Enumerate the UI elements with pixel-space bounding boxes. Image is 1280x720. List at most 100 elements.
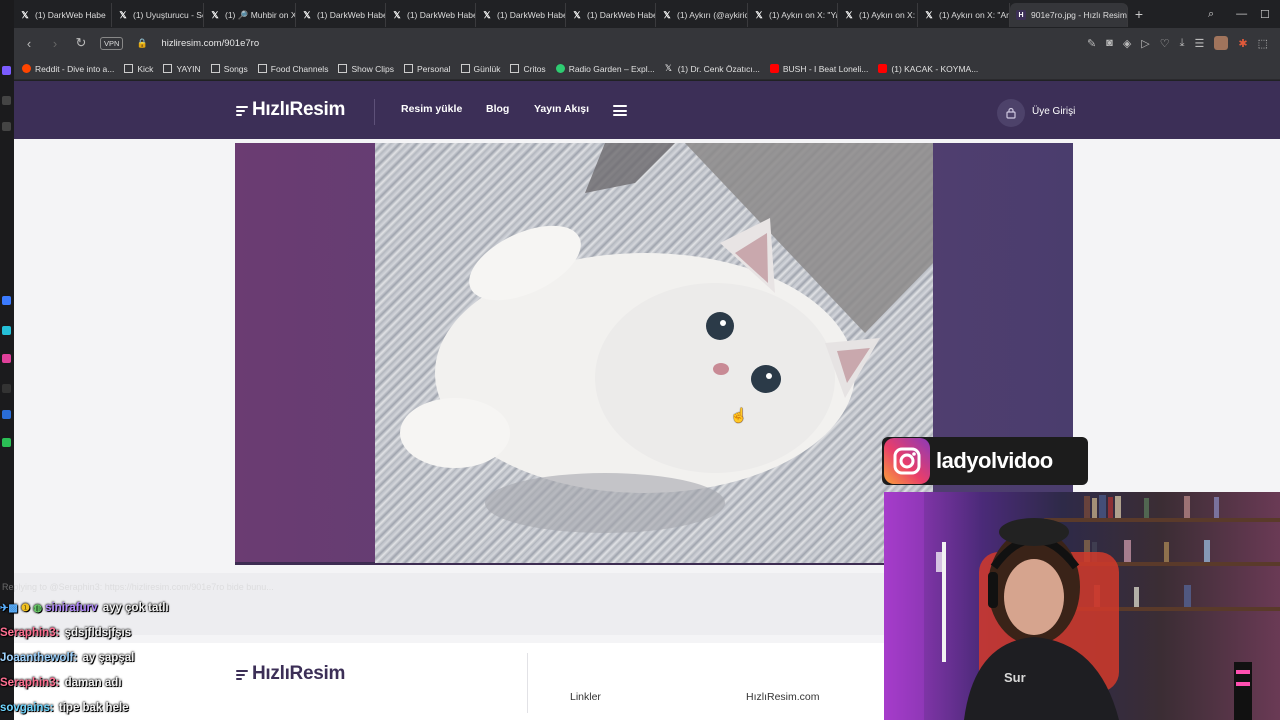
x-logo-icon: 𝕏	[755, 9, 763, 20]
footer-site-heading: HızlıResim.com	[746, 691, 820, 703]
download-icon[interactable]: ⤓	[1180, 37, 1185, 50]
bookmark-folder[interactable]: Critos	[510, 64, 546, 74]
reload-icon[interactable]: ↻	[74, 35, 88, 51]
browser-tab[interactable]: 𝕏 (1) DarkWeb Habe	[386, 3, 476, 27]
tab-title: (1) Uyuşturucu - Se	[133, 10, 204, 20]
lock-icon[interactable]: 🔒	[135, 38, 149, 49]
folder-icon	[257, 64, 267, 73]
bookmark-label: Kick	[137, 63, 154, 74]
bookmark-folder[interactable]: YAYIN	[163, 64, 201, 74]
bookmark-label: Songs	[223, 63, 248, 74]
login-link[interactable]: Üye Girişi	[1032, 106, 1075, 117]
extension-icon[interactable]: ✱	[1238, 37, 1247, 50]
chat-reply-hint: Replying to @Seraphin3: https://hizlires…	[2, 582, 274, 592]
browser-tab[interactable]: 𝕏 (1) DarkWeb Habe	[476, 3, 566, 27]
chat-username: sinirafurv	[45, 602, 98, 614]
nav-feed-link[interactable]: Yayın Akışı	[534, 103, 589, 115]
window-controls: ⌕ —	[1208, 0, 1247, 28]
bookmark-item[interactable]: (1) KACAK - KOYMA...	[878, 64, 978, 74]
screen: 𝕏 (1) DarkWeb Habe 𝕏 (1) Uyuşturucu - Se…	[0, 0, 1280, 720]
tab-title: (1) DarkWeb Habe	[35, 10, 106, 20]
bookmark-folder[interactable]: Personal	[403, 64, 451, 74]
browser-tab[interactable]: 𝕏 (1) 🔎 Muhbir on X	[204, 3, 296, 27]
uploaded-image[interactable]	[375, 143, 933, 563]
tab-title: (1) 🔎 Muhbir on X	[225, 9, 296, 20]
browser-tab[interactable]: 𝕏 (1) Aykırı on X: "Ya	[748, 3, 838, 27]
bookmark-folder[interactable]: Show Clips	[338, 64, 394, 74]
hamburger-menu-icon[interactable]	[613, 105, 627, 116]
sidebar-app-icon[interactable]	[2, 438, 11, 447]
back-icon[interactable]: ‹	[22, 36, 36, 51]
edit-icon[interactable]: ✎	[1087, 37, 1096, 50]
play-icon[interactable]: ▷	[1141, 37, 1149, 50]
browser-tab[interactable]: 𝕏 (1) DarkWeb Habe	[14, 3, 112, 27]
chat-badge-icon: ✈▩	[0, 603, 18, 614]
tab-title: (1) Aykırı on X: "Ya	[769, 10, 838, 20]
menu-icon[interactable]: ☰	[1195, 37, 1205, 50]
browser-tab[interactable]: 𝕏 (1) Uyuşturucu - Se	[112, 3, 204, 27]
forward-icon[interactable]: ›	[48, 36, 62, 51]
browser-tab-active[interactable]: H 901e7ro.jpg - Hızlı Resim ×	[1010, 3, 1128, 27]
youtube-icon	[769, 64, 779, 73]
bookmark-folder[interactable]: Food Channels	[257, 64, 328, 74]
lock-icon[interactable]	[997, 99, 1025, 127]
bookmark-folder[interactable]: Günlük	[460, 64, 500, 74]
nav-upload-link[interactable]: Resim yükle	[401, 103, 462, 115]
chat-text: tipe bak hele	[58, 702, 129, 714]
webcam-feed: Sur	[884, 492, 1280, 720]
folder-icon	[163, 64, 173, 73]
chat-text: ayy çok tatlı	[102, 602, 169, 614]
window-controls-right: ☐	[1260, 0, 1270, 28]
tab-title: (1) DarkWeb Habe	[497, 10, 566, 20]
site-header: HızlıResim Resim yükle Blog Yayın Akışı …	[14, 81, 1280, 139]
browser-tab[interactable]: 𝕏 (1) Aykırı on X: "M	[838, 3, 918, 27]
bookmark-item[interactable]: BUSH - I Beat Loneli...	[769, 64, 868, 74]
chat-message: sovgains: tipe bak hele	[0, 702, 129, 714]
bookmark-folder[interactable]: Kick	[124, 64, 153, 74]
new-tab-icon[interactable]: +	[1128, 6, 1150, 22]
extensions-puzzle-icon[interactable]: ⬚	[1258, 37, 1268, 50]
bookmark-item[interactable]: Reddit - Dive into a...	[22, 64, 114, 74]
sidebar-app-icon[interactable]	[2, 66, 11, 75]
shield-icon[interactable]: ◈	[1123, 37, 1131, 50]
x-logo-icon: 𝕏	[393, 9, 401, 20]
footer-divider	[527, 653, 528, 713]
sidebar-app-icon[interactable]	[2, 326, 11, 335]
site-logo[interactable]: HızlıResim	[236, 99, 345, 121]
bookmark-label: Radio Garden – Expl...	[568, 63, 655, 74]
search-tabs-icon[interactable]: ⌕	[1208, 8, 1214, 21]
maximize-icon[interactable]: ☐	[1260, 8, 1270, 21]
chat-message: Joaanthewolf: ay şapşal	[0, 652, 134, 664]
bookmark-item[interactable]: 𝕏 (1) Dr. Cenk Özatıcı...	[665, 64, 760, 74]
browser-tab[interactable]: 𝕏 (1) DarkWeb Habe	[566, 3, 656, 27]
sidebar-app-icon[interactable]	[2, 96, 11, 105]
sidebar-app-icon[interactable]	[2, 410, 11, 419]
chat-message: ✈▩ ❶ ◍ sinirafurv ayy çok tatlı	[0, 602, 169, 614]
bookmark-folder[interactable]: Songs	[210, 63, 248, 74]
reddit-icon	[22, 64, 31, 73]
minimize-icon[interactable]: —	[1236, 8, 1247, 20]
browser-tab[interactable]: 𝕏 (1) Aykırı on X: "Ar	[918, 3, 1010, 27]
logo-text: HızlıResim	[252, 99, 346, 120]
x-logo-icon: 𝕏	[119, 9, 127, 20]
x-logo-icon: 𝕏	[303, 9, 311, 20]
profile-avatar[interactable]	[1214, 36, 1229, 50]
sidebar-app-icon[interactable]	[2, 122, 11, 131]
nav-divider	[374, 99, 375, 125]
bookmark-item[interactable]: Radio Garden – Expl...	[555, 63, 655, 74]
folder-icon	[124, 64, 134, 73]
nav-blog-link[interactable]: Blog	[486, 103, 509, 115]
vpn-badge[interactable]: VPN	[100, 36, 124, 50]
instagram-handle: ladyolvidoo	[936, 448, 1053, 473]
heart-icon[interactable]: ♡	[1160, 37, 1170, 50]
camera-icon[interactable]: ◙	[1106, 37, 1113, 49]
folder-icon	[510, 64, 520, 73]
sidebar-app-icon[interactable]	[2, 354, 11, 363]
browser-tab[interactable]: 𝕏 (1) Aykırı (@aykiric	[656, 3, 748, 27]
url-field[interactable]: hizliresim.com/901e7ro	[161, 38, 259, 49]
sidebar-app-icon[interactable]	[2, 296, 11, 305]
sidebar-app-icon[interactable]	[2, 384, 11, 393]
browser-tab[interactable]: 𝕏 (1) DarkWeb Habe	[296, 3, 386, 27]
chat-message: Seraphin3: şdsjfldsjfşıs	[0, 627, 131, 639]
x-logo-icon: 𝕏	[573, 9, 581, 20]
